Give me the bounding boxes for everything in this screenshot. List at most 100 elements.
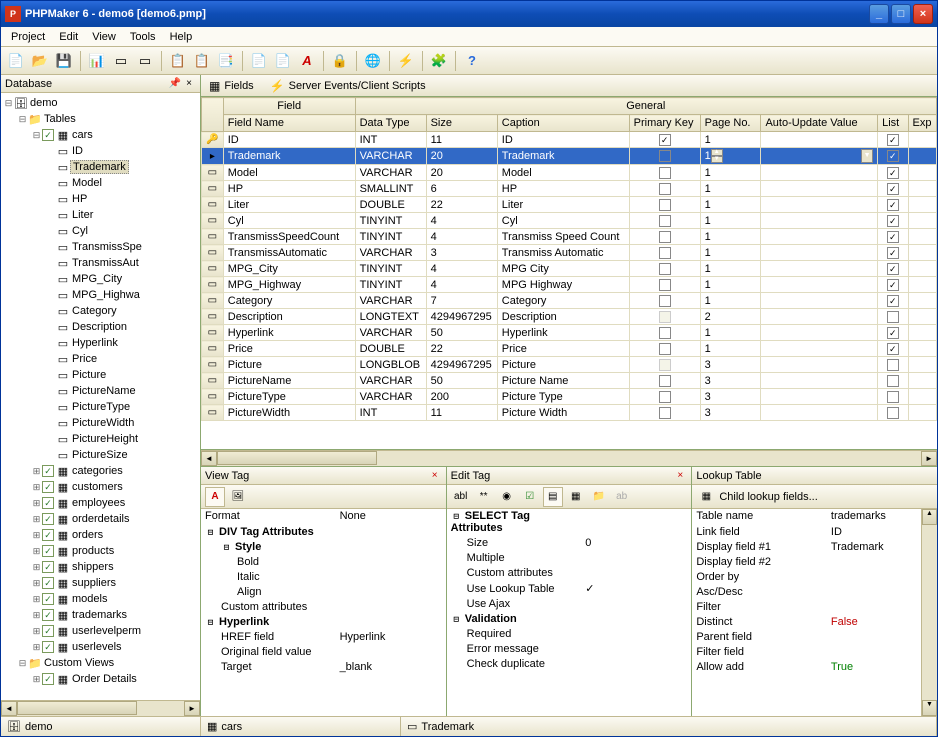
tab-fields[interactable]: ▦Fields — [205, 77, 258, 95]
close-button[interactable]: × — [913, 4, 933, 24]
grid-row[interactable]: ▭TransmissAutomaticVARCHAR3Transmiss Aut… — [202, 245, 937, 261]
save-icon[interactable]: 💾 — [53, 50, 75, 72]
prop-row[interactable]: Error message — [447, 642, 692, 657]
ext-icon[interactable]: 🧩 — [428, 50, 450, 72]
doc2-icon[interactable]: 📄 — [272, 50, 294, 72]
lookup-vscroll[interactable]: ▲ ▼ — [921, 509, 937, 716]
tree-node[interactable]: ▭Picture — [3, 367, 198, 383]
tree-node[interactable]: ▭Liter — [3, 207, 198, 223]
tree-node[interactable]: ▭Category — [3, 303, 198, 319]
grid-row[interactable]: ▭ModelVARCHAR20Model1✓ — [202, 165, 937, 181]
minimize-button[interactable]: _ — [869, 4, 889, 24]
menu-help[interactable]: Help — [164, 29, 199, 45]
prop-row[interactable]: FormatNone — [201, 509, 446, 524]
prop-row[interactable]: Bold — [201, 554, 446, 569]
tree-node[interactable]: ⊞✓▦models — [3, 591, 198, 607]
prop-row[interactable]: DistinctFalse — [692, 614, 937, 629]
paste-icon[interactable]: 📋 — [191, 50, 213, 72]
tree-node[interactable]: ⊟🗄demo — [3, 95, 198, 111]
prop-row[interactable]: Allow addTrue — [692, 659, 937, 674]
tree-node[interactable]: ▭Price — [3, 351, 198, 367]
tree-node[interactable]: ⊟✓▦cars — [3, 127, 198, 143]
grid-row[interactable]: ▭MPG_HighwayTINYINT4MPG Highway1✓ — [202, 277, 937, 293]
tree-node[interactable]: ⊞✓▦trademarks — [3, 607, 198, 623]
image-icon[interactable]: 🖼 — [228, 487, 248, 507]
grid-row[interactable]: ▭PictureLONGBLOB4294967295Picture3 — [202, 357, 937, 373]
prop-row[interactable]: Italic — [201, 569, 446, 584]
new-icon[interactable]: 📄 — [5, 50, 27, 72]
tree-node[interactable]: ⊞✓▦products — [3, 543, 198, 559]
prop-row[interactable]: Size0 — [447, 536, 692, 551]
tree-node[interactable]: ▭Cyl — [3, 223, 198, 239]
tree-hscroll[interactable]: ◄► — [1, 700, 200, 716]
tree-node[interactable]: ▭ID — [3, 143, 198, 159]
tree-node[interactable]: ▭TransmissSpe — [3, 239, 198, 255]
prop-row[interactable]: Filter — [692, 599, 937, 614]
text-input-icon[interactable]: abl — [451, 487, 471, 507]
prop-group[interactable]: ⊟ SELECT Tag Attributes — [447, 509, 692, 536]
hidden-icon[interactable]: ab — [612, 487, 632, 507]
tree-node[interactable]: ⊞✓▦orderdetails — [3, 511, 198, 527]
grid-row[interactable]: 🔑IDINT11ID✓1✓ — [202, 132, 937, 148]
prop-row[interactable]: Multiple — [447, 551, 692, 566]
tree-node[interactable]: ⊞✓▦suppliers — [3, 575, 198, 591]
select-icon[interactable]: ▤ — [543, 487, 563, 507]
menu-project[interactable]: Project — [5, 29, 51, 45]
prop-group[interactable]: ⊟ DIV Tag Attributes — [201, 524, 446, 539]
tree-node[interactable]: ▭TransmissAut — [3, 255, 198, 271]
tree-node[interactable]: ⊞✓▦customers — [3, 479, 198, 495]
grid-row[interactable]: ▭LiterDOUBLE22Liter1✓ — [202, 197, 937, 213]
grid-row[interactable]: ▭DescriptionLONGTEXT4294967295Descriptio… — [202, 309, 937, 325]
tree-node[interactable]: ▭MPG_City — [3, 271, 198, 287]
checkbox-icon[interactable]: ☑ — [520, 487, 540, 507]
menu-edit[interactable]: Edit — [53, 29, 84, 45]
prop-row[interactable]: Filter field — [692, 644, 937, 659]
grid-row[interactable]: ▭HPSMALLINT6HP1✓ — [202, 181, 937, 197]
prop-row[interactable]: Parent field — [692, 629, 937, 644]
help-icon[interactable]: ? — [461, 50, 483, 72]
child-lookup-link[interactable]: Child lookup fields... — [719, 491, 817, 503]
file-icon[interactable]: 📁 — [589, 487, 609, 507]
grid-row[interactable]: ▭HyperlinkVARCHAR50Hyperlink1✓ — [202, 325, 937, 341]
tree-node[interactable]: ⊞✓▦orders — [3, 527, 198, 543]
prop-row[interactable]: HREF fieldHyperlink — [201, 629, 446, 644]
copy-icon[interactable]: 📋 — [167, 50, 189, 72]
tree-node[interactable]: ▭Hyperlink — [3, 335, 198, 351]
grid-row[interactable]: ▭PictureNameVARCHAR50Picture Name3 — [202, 373, 937, 389]
menu-view[interactable]: View — [86, 29, 122, 45]
menu-tools[interactable]: Tools — [124, 29, 162, 45]
textarea-icon[interactable]: ▦ — [566, 487, 586, 507]
tree-node[interactable]: ▭Trademark — [3, 159, 198, 175]
prop-row[interactable]: Custom attributes — [447, 566, 692, 581]
tree-node[interactable]: ⊟📁Custom Views — [3, 655, 198, 671]
prop-row[interactable]: Table nametrademarks — [692, 509, 937, 524]
tree-node[interactable]: ▭PictureHeight — [3, 431, 198, 447]
grid-row[interactable]: ▭CylTINYINT4Cyl1✓ — [202, 213, 937, 229]
prop-row[interactable]: Order by — [692, 569, 937, 584]
tree-node[interactable]: ⊞✓▦employees — [3, 495, 198, 511]
tree-node[interactable]: ▭Description — [3, 319, 198, 335]
grid-row[interactable]: ▭TransmissSpeedCountTINYINT4Transmiss Sp… — [202, 229, 937, 245]
tree-node[interactable]: ▭PictureWidth — [3, 415, 198, 431]
open-icon[interactable]: 📂 — [29, 50, 51, 72]
langs-icon[interactable]: 🌐 — [362, 50, 384, 72]
database-tree[interactable]: ⊟🗄demo⊟📁Tables⊟✓▦cars▭ID▭Trademark▭Model… — [1, 93, 200, 700]
tree-node[interactable]: ▭Model — [3, 175, 198, 191]
prop-row[interactable]: Display field #2 — [692, 554, 937, 569]
panel-close-icon[interactable]: × — [428, 469, 442, 483]
maximize-button[interactable]: □ — [891, 4, 911, 24]
prop-row[interactable]: Link fieldID — [692, 524, 937, 539]
prop-row[interactable]: Original field value — [201, 644, 446, 659]
grid-row[interactable]: ▸TrademarkVARCHAR20Trademark1▲▼▼✓ — [202, 148, 937, 165]
prop-group[interactable]: ⊟ Style — [201, 539, 446, 554]
tree-node[interactable]: ▭PictureName — [3, 383, 198, 399]
child-lookup-icon[interactable]: ▦ — [696, 487, 716, 507]
fields-grid[interactable]: FieldGeneralField NameData TypeSizeCapti… — [201, 97, 937, 450]
prop-row[interactable]: Required — [447, 627, 692, 642]
prop-row[interactable]: Check duplicate — [447, 657, 692, 672]
tree-node[interactable]: ⊞✓▦Order Details — [3, 671, 198, 687]
gen-icon[interactable]: ⚡ — [395, 50, 417, 72]
grid-row[interactable]: ▭CategoryVARCHAR7Category1✓ — [202, 293, 937, 309]
format-text-icon[interactable]: A — [205, 487, 225, 507]
prop-group[interactable]: ⊟ Hyperlink — [201, 614, 446, 629]
